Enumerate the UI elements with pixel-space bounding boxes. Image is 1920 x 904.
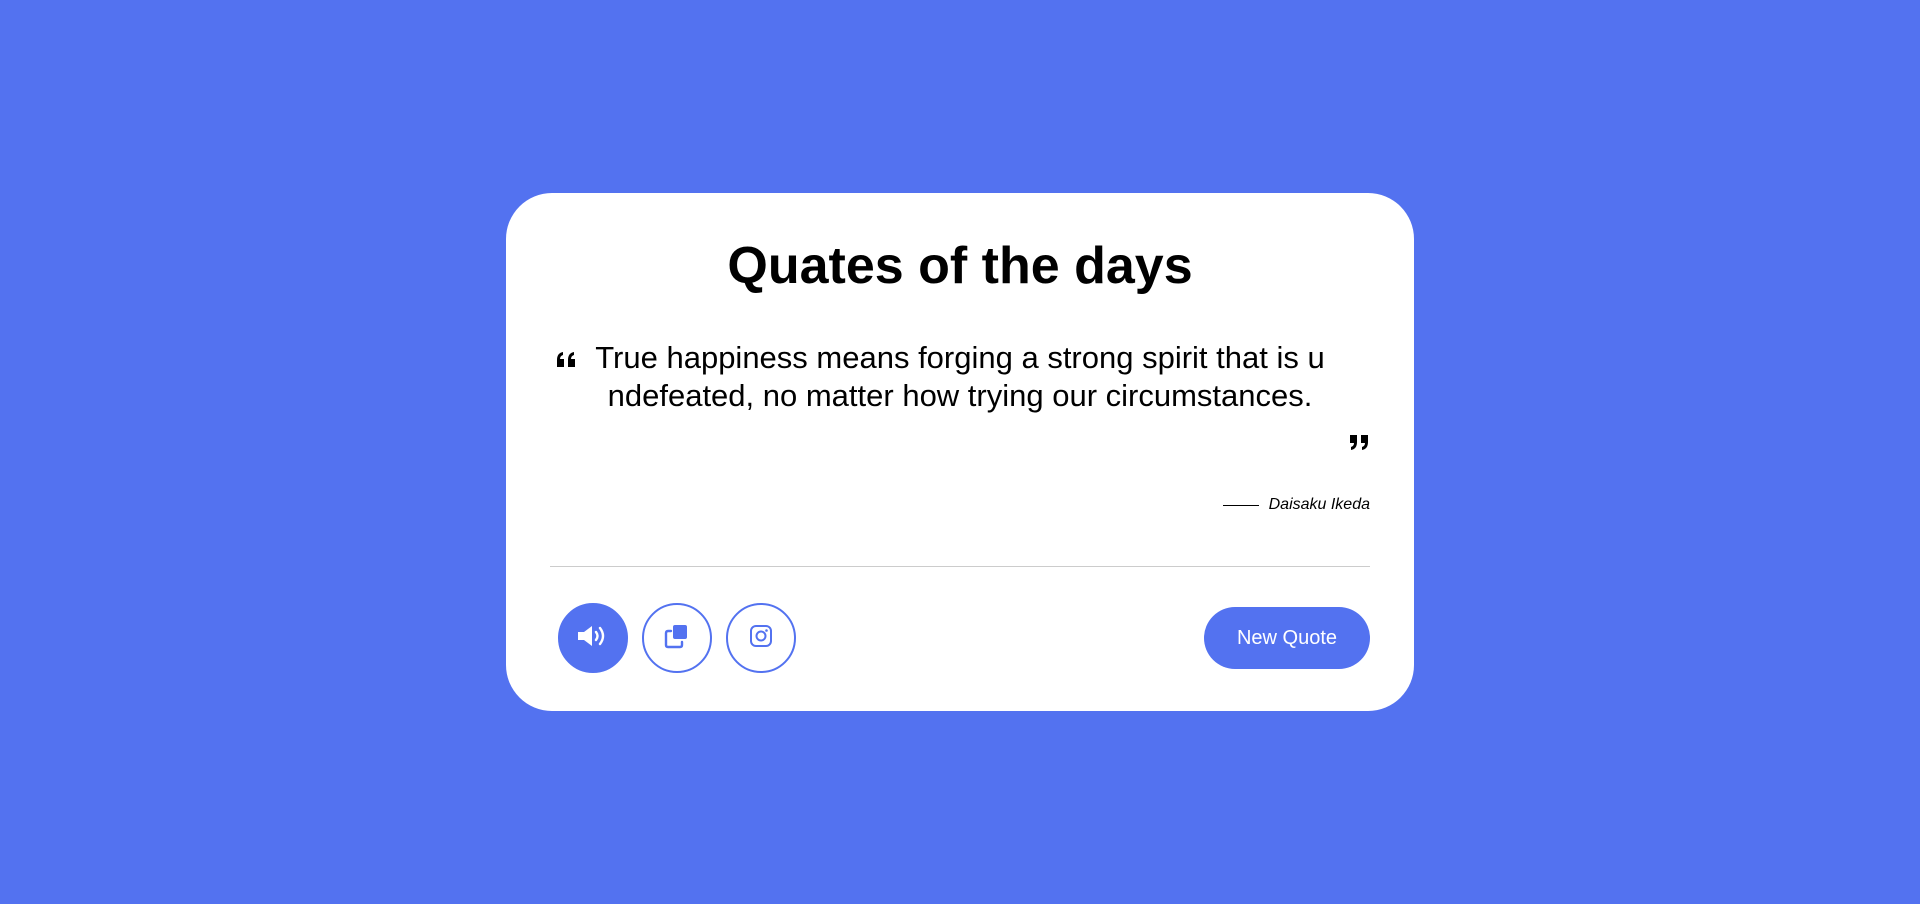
page-title: Quates of the days xyxy=(727,237,1193,295)
quote-card: Quates of the days True happiness means … xyxy=(506,193,1414,711)
author-name: Daisaku Ikeda xyxy=(1268,496,1370,513)
volume-icon xyxy=(576,623,610,654)
quote-text: True happiness means forging a strong sp… xyxy=(595,340,1325,413)
quote-left-icon xyxy=(556,351,578,369)
copy-button[interactable] xyxy=(642,603,712,673)
new-quote-button[interactable]: New Quote xyxy=(1204,607,1370,669)
instagram-icon xyxy=(749,624,773,653)
speak-button[interactable] xyxy=(558,603,628,673)
instagram-button[interactable] xyxy=(726,603,796,673)
divider xyxy=(550,566,1370,567)
quote-right-icon xyxy=(1348,433,1370,451)
action-buttons xyxy=(558,603,796,673)
author-dash xyxy=(1222,504,1259,506)
quote-area: True happiness means forging a strong sp… xyxy=(550,340,1370,450)
author: Daisaku Ikeda xyxy=(1222,496,1370,514)
copy-icon xyxy=(664,623,690,654)
